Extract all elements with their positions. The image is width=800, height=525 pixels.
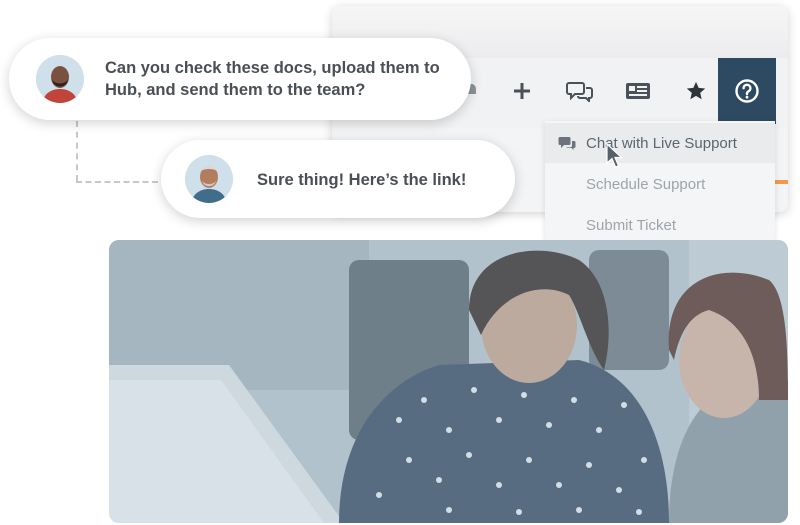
- news-button[interactable]: [609, 58, 667, 124]
- chat-message-request: Can you check these docs, upload them to…: [9, 38, 471, 120]
- message-text: Sure thing! Here’s the link!: [257, 171, 467, 189]
- message-text: Can you check these docs, upload them to…: [105, 59, 440, 99]
- chat-message-reply: Sure thing! Here’s the link!: [161, 140, 515, 218]
- help-dropdown-menu: Chat with Live Support Schedule Support …: [545, 121, 775, 241]
- connector-line: [76, 121, 78, 181]
- menu-item-submit-ticket[interactable]: Submit Ticket: [545, 205, 775, 241]
- plus-icon: [514, 83, 530, 99]
- menu-item-schedule-support[interactable]: Schedule Support: [545, 164, 775, 204]
- women-at-computer-image: [109, 240, 788, 523]
- avatar: [185, 155, 233, 203]
- favorites-button[interactable]: [667, 58, 725, 124]
- menu-item-label: Submit Ticket: [586, 217, 677, 234]
- connector-line: [76, 181, 158, 183]
- avatar: [36, 55, 84, 103]
- mouse-cursor-icon: [606, 143, 624, 168]
- add-button[interactable]: [493, 58, 551, 124]
- man-avatar-image: [185, 155, 233, 203]
- chat-button[interactable]: [551, 58, 609, 124]
- help-button[interactable]: [718, 58, 776, 124]
- office-photo: [109, 240, 788, 523]
- newspaper-icon: [626, 83, 650, 99]
- chat-bubbles-icon: [566, 82, 593, 102]
- menu-item-chat-live-support[interactable]: Chat with Live Support: [545, 123, 775, 163]
- star-icon: [686, 81, 706, 100]
- man-avatar-image: [36, 55, 84, 103]
- chat-bubbles-icon: [558, 137, 576, 150]
- help-icon: [735, 79, 759, 103]
- menu-item-label: Schedule Support: [586, 176, 706, 193]
